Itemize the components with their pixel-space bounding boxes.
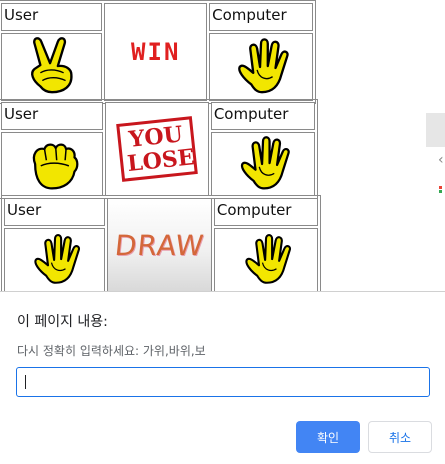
draw-result-image: DRAW [113, 228, 206, 262]
computer-label: Computer [213, 105, 289, 123]
cancel-button[interactable]: 취소 [368, 421, 432, 453]
result-cell: YOU LOSE [104, 102, 209, 196]
computer-label-cell: Computer [213, 198, 318, 226]
open-hand-icon [240, 136, 290, 190]
user-label-cell: User [4, 198, 106, 226]
user-hand-cell [1, 132, 103, 196]
round-3-table: User DRAW Computer [1, 195, 321, 295]
fist-hand-icon [32, 143, 79, 190]
open-hand-icon [238, 38, 289, 94]
user-hand-cell [1, 33, 103, 101]
open-hand-icon [245, 234, 291, 284]
user-hand-cell [4, 228, 106, 292]
computer-label: Computer [212, 6, 287, 24]
computer-label: Computer [216, 201, 292, 219]
lose-stamp-image: YOU LOSE [115, 116, 198, 182]
computer-label-cell: Computer [210, 102, 315, 130]
text-cursor [25, 375, 26, 389]
round-2-table: User YOU LOSE Computer [0, 99, 318, 199]
user-label: User [7, 201, 42, 219]
computer-hand-cell [213, 228, 318, 292]
result-cell: DRAW [107, 198, 212, 292]
ok-button[interactable]: 확인 [296, 421, 360, 453]
round-1-table: User WIN Computer [0, 0, 316, 104]
open-hand-icon [34, 234, 80, 284]
computer-label-cell: Computer [209, 3, 313, 31]
win-result-image: WIN [131, 38, 181, 66]
chevron-left-icon[interactable]: ‹ [438, 152, 444, 168]
victory-hand-icon [30, 37, 73, 94]
dialog-title: 이 페이지 내용: [17, 314, 108, 330]
side-panel-tab[interactable] [426, 113, 445, 147]
user-label-cell: User [1, 102, 103, 130]
prompt-dialog: 이 페이지 내용: 다시 정확히 입력하세요: 가위,바위,보 확인 취소 [0, 291, 445, 464]
prompt-input[interactable] [16, 367, 430, 397]
result-cell: WIN [104, 3, 208, 101]
user-label: User [4, 6, 39, 24]
color-dots-icon [439, 186, 442, 194]
computer-hand-cell [210, 132, 315, 196]
computer-hand-cell [209, 33, 313, 101]
user-label: User [4, 105, 39, 123]
user-label-cell: User [1, 3, 103, 31]
dialog-message: 다시 정확히 입력하세요: 가위,바위,보 [17, 344, 206, 358]
